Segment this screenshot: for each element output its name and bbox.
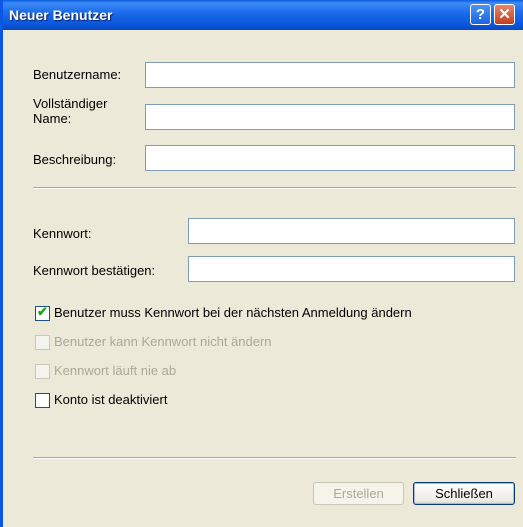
fullname-input[interactable] xyxy=(145,104,515,130)
title-bar[interactable]: Neuer Benutzer ? ✕ xyxy=(3,0,523,30)
separator-top xyxy=(33,187,516,189)
create-button: Erstellen xyxy=(313,482,404,505)
fullname-label-line2: Name: xyxy=(33,111,72,126)
description-input[interactable] xyxy=(145,145,515,171)
option-label: Benutzer kann Kennwort nicht ändern xyxy=(54,334,272,349)
password-label: Kennwort: xyxy=(33,226,92,241)
checkbox xyxy=(35,364,50,379)
username-input[interactable] xyxy=(145,62,515,88)
description-label: Beschreibung: xyxy=(33,152,117,167)
window-title: Neuer Benutzer xyxy=(9,7,113,23)
option-label[interactable]: Benutzer muss Kennwort bei der nächsten … xyxy=(54,305,412,320)
close-icon[interactable]: ✕ xyxy=(494,4,515,25)
new-user-dialog: Neuer Benutzer ? ✕ Benutzername: Vollstä… xyxy=(0,0,523,527)
fullname-label-line1: Vollständiger xyxy=(33,96,108,111)
separator-bottom xyxy=(33,457,516,459)
option-label: Kennwort läuft nie ab xyxy=(54,363,177,378)
checkbox[interactable]: ✔ xyxy=(35,304,50,321)
checkmark-icon: ✔ xyxy=(37,304,48,319)
checkbox xyxy=(35,335,50,350)
confirm-password-input[interactable] xyxy=(188,256,515,282)
password-input[interactable] xyxy=(188,218,515,244)
help-icon[interactable]: ? xyxy=(470,4,491,25)
username-label: Benutzername: xyxy=(33,67,122,82)
confirm-password-label: Kennwort bestätigen: xyxy=(33,263,156,278)
option-label[interactable]: Konto ist deaktiviert xyxy=(54,392,167,407)
checkbox[interactable] xyxy=(35,393,50,408)
close-button[interactable]: Schließen xyxy=(413,482,515,505)
